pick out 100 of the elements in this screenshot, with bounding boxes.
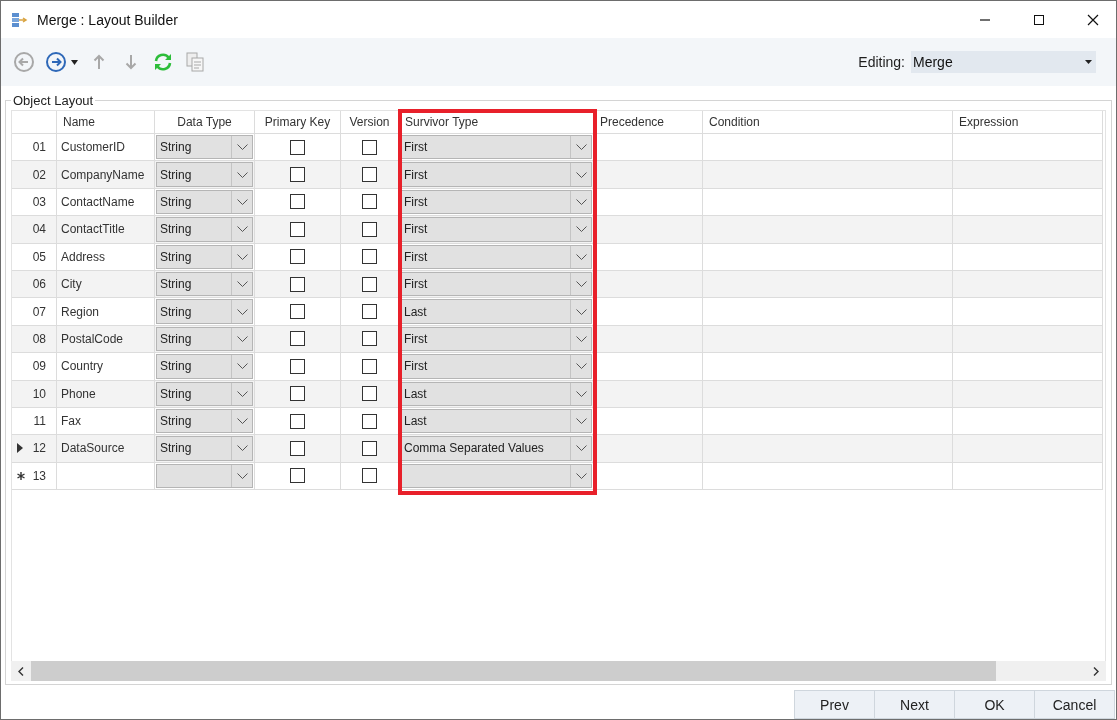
checkbox[interactable] bbox=[290, 276, 305, 292]
checkbox[interactable] bbox=[290, 331, 305, 347]
checkbox[interactable] bbox=[290, 441, 305, 456]
chevron-left-icon bbox=[18, 666, 24, 676]
row-header[interactable]: 05 bbox=[12, 243, 57, 271]
dropdown[interactable]: Comma Separated Values bbox=[400, 436, 592, 461]
checkbox[interactable] bbox=[290, 304, 305, 320]
chevron-down-icon bbox=[575, 281, 587, 288]
back-icon bbox=[13, 51, 35, 73]
dropdown[interactable]: String bbox=[156, 299, 253, 324]
dropdown[interactable]: First bbox=[400, 189, 592, 215]
row-number: 09 bbox=[32, 359, 46, 374]
row-header[interactable]: 06 bbox=[12, 270, 57, 299]
table-cell: CompanyName bbox=[57, 161, 155, 189]
chevron-down-icon bbox=[236, 472, 248, 479]
dropdown[interactable]: String bbox=[156, 135, 253, 160]
row-number: 01 bbox=[32, 140, 46, 155]
chevron-down-icon bbox=[236, 171, 248, 178]
editing-dropdown[interactable]: Merge bbox=[911, 51, 1096, 73]
row-header[interactable]: 08 bbox=[12, 325, 57, 354]
dropdown[interactable]: String bbox=[156, 354, 253, 379]
current-row-icon bbox=[17, 443, 23, 454]
dropdown[interactable]: First bbox=[400, 326, 592, 352]
dropdown[interactable]: String bbox=[156, 244, 253, 269]
dropdown[interactable]: Last bbox=[400, 299, 592, 324]
column-header[interactable]: Condition bbox=[703, 111, 953, 134]
checkbox[interactable] bbox=[290, 221, 305, 237]
table-cell: PostalCode bbox=[57, 325, 155, 354]
row-header[interactable]: 10 bbox=[12, 380, 57, 408]
dialog-button[interactable]: Next bbox=[874, 690, 955, 719]
checkbox[interactable] bbox=[290, 249, 305, 265]
column-header[interactable]: Primary Key bbox=[255, 111, 341, 134]
close-icon bbox=[1087, 13, 1099, 26]
checkbox[interactable] bbox=[290, 358, 305, 374]
checkbox[interactable] bbox=[362, 468, 377, 484]
dialog-button[interactable]: Prev bbox=[794, 690, 875, 719]
checkbox[interactable] bbox=[362, 221, 377, 237]
column-header[interactable]: Name bbox=[57, 111, 155, 134]
dropdown[interactable]: First bbox=[400, 162, 592, 187]
dropdown[interactable]: First bbox=[400, 217, 592, 242]
column-header[interactable]: Expression bbox=[953, 111, 1103, 134]
row-header[interactable]: 04 bbox=[12, 216, 57, 244]
row-header[interactable]: 13 bbox=[12, 462, 57, 491]
checkbox[interactable] bbox=[362, 167, 377, 183]
checkbox[interactable] bbox=[362, 304, 377, 320]
dropdown[interactable]: First bbox=[400, 135, 592, 160]
row-number: 12 bbox=[32, 441, 46, 456]
chevron-down-icon bbox=[236, 281, 248, 288]
checkbox[interactable] bbox=[362, 139, 377, 155]
caret-icon[interactable] bbox=[71, 59, 78, 65]
checkbox[interactable] bbox=[362, 413, 377, 429]
checkbox[interactable] bbox=[362, 358, 377, 374]
row-number: 13 bbox=[32, 468, 46, 483]
row-number: 03 bbox=[32, 194, 46, 209]
dropdown[interactable]: Last bbox=[400, 408, 592, 434]
checkbox[interactable] bbox=[362, 386, 377, 402]
checkbox[interactable] bbox=[362, 276, 377, 292]
dropdown[interactable]: First bbox=[400, 354, 592, 379]
column-header[interactable]: Data Type bbox=[155, 111, 255, 134]
row-header[interactable]: 07 bbox=[12, 298, 57, 326]
dropdown[interactable]: String bbox=[156, 326, 253, 352]
row-header[interactable]: 09 bbox=[12, 353, 57, 381]
dropdown[interactable]: Last bbox=[400, 381, 592, 406]
dialog-button[interactable]: Cancel bbox=[1034, 690, 1115, 719]
forward-button[interactable] bbox=[45, 51, 67, 73]
column-header[interactable]: Survivor Type bbox=[399, 111, 594, 134]
chevron-down-icon bbox=[236, 390, 248, 397]
row-header[interactable]: 02 bbox=[12, 161, 57, 189]
dropdown[interactable]: First bbox=[400, 271, 592, 297]
row-number: 07 bbox=[32, 304, 46, 319]
row-number: 04 bbox=[32, 222, 46, 237]
checkbox[interactable] bbox=[290, 194, 305, 210]
checkbox[interactable] bbox=[290, 413, 305, 429]
chevron-down-icon bbox=[575, 445, 587, 452]
checkbox[interactable] bbox=[290, 139, 305, 155]
dropdown[interactable]: String bbox=[156, 189, 253, 215]
dropdown[interactable]: String bbox=[156, 162, 253, 187]
checkbox[interactable] bbox=[362, 194, 377, 210]
dropdown[interactable]: First bbox=[400, 244, 592, 269]
checkbox[interactable] bbox=[290, 386, 305, 402]
column-header[interactable]: Version bbox=[341, 111, 399, 134]
chevron-right-icon bbox=[1093, 666, 1099, 676]
dropdown[interactable]: String bbox=[156, 408, 253, 434]
dropdown[interactable]: String bbox=[156, 217, 253, 242]
checkbox[interactable] bbox=[362, 331, 377, 347]
scrollbar-thumb[interactable] bbox=[31, 661, 996, 681]
table-cell: City bbox=[57, 270, 155, 299]
minimize-icon bbox=[979, 18, 991, 21]
column-header[interactable]: Precedence bbox=[594, 111, 703, 134]
checkbox[interactable] bbox=[362, 249, 377, 265]
row-number: 06 bbox=[32, 277, 46, 292]
row-header[interactable]: 12 bbox=[12, 435, 57, 463]
dropdown[interactable]: String bbox=[156, 436, 253, 461]
dropdown[interactable]: String bbox=[156, 271, 253, 297]
dropdown[interactable]: String bbox=[156, 381, 253, 406]
dialog-button[interactable]: OK bbox=[954, 690, 1035, 719]
checkbox[interactable] bbox=[290, 167, 305, 183]
checkbox[interactable] bbox=[362, 441, 377, 456]
maximize-icon bbox=[1033, 13, 1045, 26]
checkbox[interactable] bbox=[290, 468, 305, 484]
